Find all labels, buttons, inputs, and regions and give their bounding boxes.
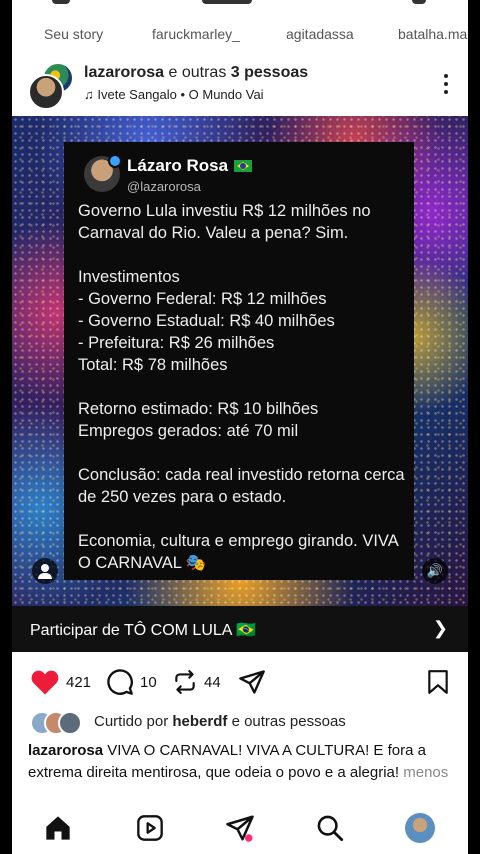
post-authors[interactable]: lazarorosa e outras 3 pessoas: [84, 64, 308, 82]
brazil-flag-icon: [234, 160, 253, 172]
heart-icon: [31, 670, 59, 695]
like-button[interactable]: 421: [30, 668, 91, 696]
music-note-icon: ♫: [84, 87, 94, 102]
music-info[interactable]: ♫ Ivete Sangalo • O Mundo Vai: [84, 87, 264, 102]
story-label[interactable]: Seu story: [44, 26, 103, 42]
direct-icon[interactable]: [224, 812, 256, 844]
like-count: 421: [66, 673, 92, 691]
story-label[interactable]: faruckmarley_: [152, 26, 240, 42]
reels-icon[interactable]: [134, 812, 166, 844]
post-caption: lazarorosa VIVA O CARNAVAL! VIVA A CULTU…: [28, 740, 454, 784]
top-cut-decoration: [12, 0, 468, 10]
comment-count: 10: [140, 673, 157, 691]
author-username[interactable]: lazarorosa: [84, 64, 164, 81]
post-media[interactable]: Lázaro Rosa @lazarorosa Governo Lula inv…: [12, 116, 468, 606]
save-button[interactable]: [426, 668, 456, 696]
story-label[interactable]: agitadassa: [286, 26, 354, 42]
chevron-right-icon: ❯: [432, 618, 448, 638]
caption-username[interactable]: lazarorosa: [28, 742, 103, 759]
repost-count: 44: [204, 673, 221, 691]
action-bar: 421 10 44: [12, 664, 468, 700]
less-link[interactable]: menos: [403, 764, 448, 781]
more-options-icon[interactable]: [442, 74, 450, 98]
post-header: lazarorosa e outras 3 pessoas ♫ Ivete Sa…: [12, 58, 468, 110]
sound-icon[interactable]: 🔊: [422, 558, 448, 584]
others-count[interactable]: 3 pessoas: [231, 64, 308, 81]
home-icon[interactable]: [42, 812, 74, 844]
repost-icon: [175, 670, 195, 694]
cta-label: Participar de TÔ COM LULA 🇧🇷: [30, 622, 256, 639]
tweet-name: Lázaro Rosa: [127, 156, 253, 176]
app-frame: Seu story faruckmarley_ agitadassa batal…: [12, 0, 468, 854]
comment-icon: [107, 669, 133, 695]
author-avatar: [28, 74, 64, 110]
author-avatars[interactable]: [28, 62, 74, 110]
stories-row: Seu story faruckmarley_ agitadassa batal…: [12, 18, 468, 48]
search-icon[interactable]: [314, 812, 346, 844]
tweet-body: Governo Lula investiu R$ 12 milhões no C…: [78, 202, 405, 572]
liker-username[interactable]: heberdf: [172, 713, 227, 730]
bookmark-icon: [428, 670, 448, 694]
tweet-card: Lázaro Rosa @lazarorosa Governo Lula inv…: [64, 142, 414, 580]
music-label: Ivete Sangalo • O Mundo Vai: [97, 87, 264, 102]
others-text: e outras: [168, 64, 227, 81]
cta-banner[interactable]: Participar de TÔ COM LULA 🇧🇷 ❯: [12, 606, 468, 652]
tagged-users-icon[interactable]: [32, 558, 58, 584]
share-button[interactable]: [238, 668, 272, 696]
liked-by[interactable]: Curtido por heberdf e outras pessoas: [30, 710, 468, 735]
tweet-handle: @lazarorosa: [127, 179, 201, 194]
comment-button[interactable]: 10: [106, 668, 157, 696]
liked-by-text: Curtido por heberdf e outras pessoas: [94, 713, 346, 730]
story-label[interactable]: batalha.ma: [398, 26, 467, 42]
tweet-avatar: [84, 154, 122, 192]
send-icon: [239, 670, 265, 694]
repost-button[interactable]: 44: [172, 668, 221, 696]
bottom-nav: [12, 802, 468, 854]
profile-avatar-icon[interactable]: [404, 812, 436, 844]
liker-avatars: [30, 710, 90, 735]
